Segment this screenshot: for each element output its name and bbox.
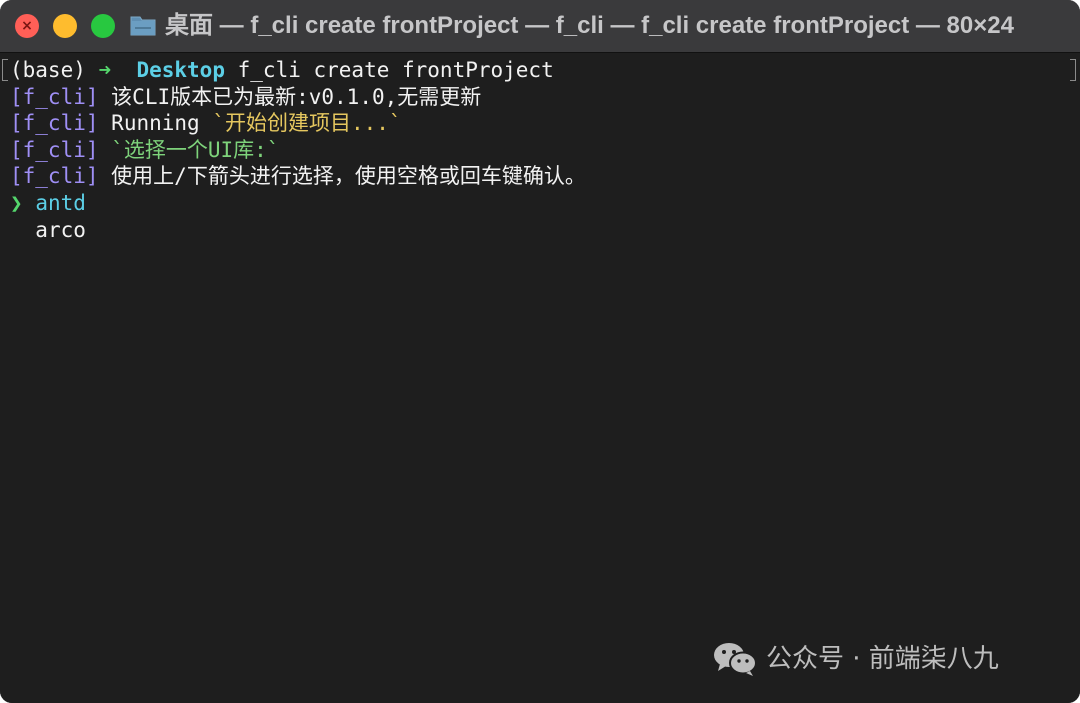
current-directory: Desktop — [136, 58, 225, 82]
output-line: [f_cli] 使用上/下箭头进行选择，使用空格或回车键确认。 — [10, 163, 1070, 190]
zoom-button[interactable] — [91, 14, 115, 38]
option-arco[interactable]: arco — [10, 217, 1070, 244]
output-text: 该CLI版本已为最新:v0.1.0,无需更新 — [111, 84, 482, 109]
folder-icon — [130, 16, 156, 36]
watermark-text: 公众号 · 前端柒八九 — [766, 644, 999, 674]
close-icon: × — [21, 18, 33, 34]
output-line: [f_cli] `选择一个UI库:` — [10, 137, 1070, 164]
terminal-output: (base) ➜ Desktop f_cli create frontProje… — [10, 57, 1070, 243]
cli-tag: [f_cli] — [10, 111, 99, 136]
option-label: arco — [35, 217, 86, 242]
wechat-icon — [714, 643, 757, 676]
window-title: 桌面 — f_cli create frontProject — f_cli —… — [165, 12, 1014, 39]
selection-pointer-icon: ❯ — [10, 190, 23, 215]
cli-tag: [f_cli] — [10, 84, 99, 109]
cli-tag: [f_cli] — [10, 137, 99, 162]
prompt-arrow-icon: ➜ — [98, 58, 112, 82]
scroll-marker-right — [1070, 59, 1076, 81]
command-text: f_cli create frontProject — [237, 58, 554, 82]
conda-env: (base) — [10, 58, 86, 82]
option-label: antd — [35, 190, 86, 215]
output-line: [f_cli] 该CLI版本已为最新:v0.1.0,无需更新 — [10, 84, 1070, 111]
minimize-button[interactable] — [53, 14, 77, 38]
output-line: [f_cli] Running `开始创建项目...` — [10, 110, 1070, 137]
output-prefix: Running — [111, 111, 213, 136]
instruction-text: 使用上/下箭头进行选择，使用空格或回车键确认。 — [111, 164, 586, 189]
watermark: 公众号 · 前端柒八九 — [712, 636, 1052, 682]
prompt-question: `选择一个UI库:` — [111, 137, 280, 162]
close-button[interactable]: × — [15, 14, 39, 38]
scroll-marker-left — [2, 59, 8, 81]
option-antd[interactable]: ❯ antd — [10, 190, 1070, 217]
terminal-content[interactable]: (base) ➜ Desktop f_cli create frontProje… — [0, 53, 1080, 703]
cli-tag: [f_cli] — [10, 164, 99, 189]
output-highlight: `开始创建项目...` — [212, 111, 402, 136]
terminal-window: × 桌面 — f_cli create frontProject — f_cli… — [0, 0, 1080, 703]
prompt-line: (base) ➜ Desktop f_cli create frontProje… — [10, 57, 1070, 84]
title-bar[interactable]: × 桌面 — f_cli create frontProject — f_cli… — [0, 0, 1080, 53]
